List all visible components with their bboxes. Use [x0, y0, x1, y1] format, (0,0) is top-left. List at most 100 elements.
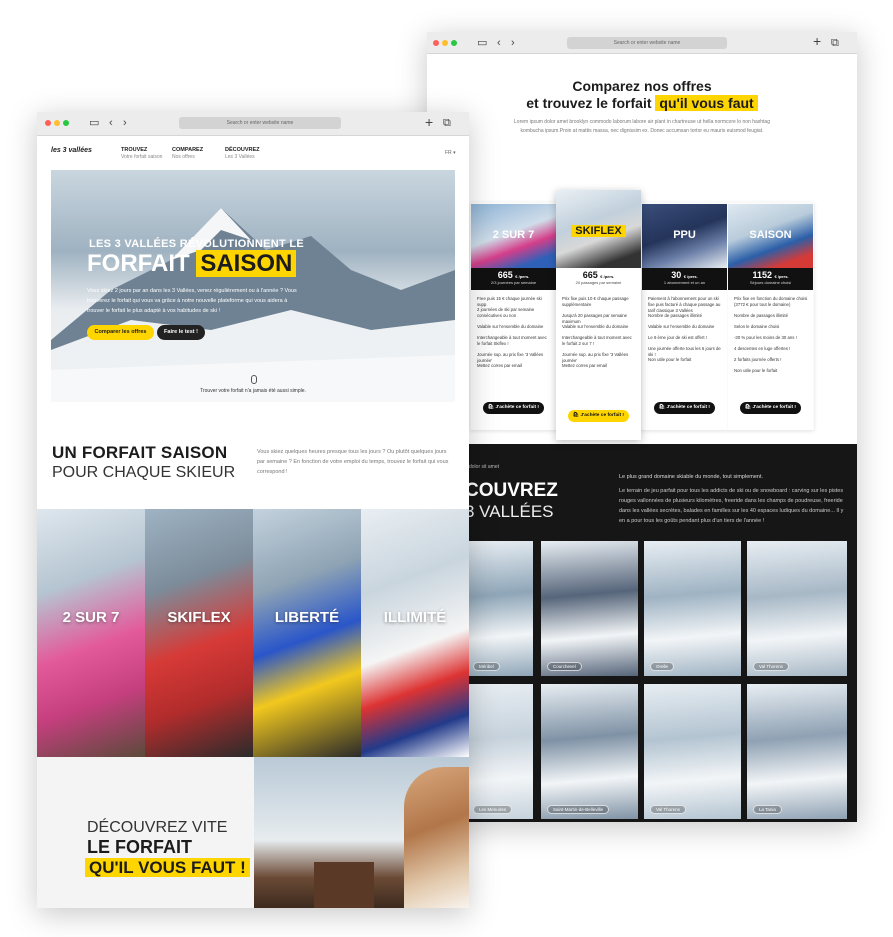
pass-card-price-value: 1152: [752, 270, 772, 280]
compare-title-highlight: qu'il vous faut: [655, 95, 758, 111]
tabs-icon[interactable]: ⧉: [831, 35, 839, 51]
pass-card-feature: Non utile pour le forfait: [648, 357, 692, 362]
bag-icon: 🛍: [488, 405, 495, 410]
pass-card-price-value: 30: [671, 270, 682, 280]
resort-tile-label: Val Thorens: [753, 662, 789, 671]
resort-tile-label: Val Thorens: [650, 805, 686, 814]
resort-tile-4[interactable]: Les Menuires: [467, 684, 533, 819]
new-tab-icon[interactable]: +: [425, 114, 433, 130]
nav-item-2[interactable]: DÉCOUVREZ Les 3 Vallées: [225, 147, 260, 160]
nav-item-title: TROUVEZ: [121, 147, 148, 153]
pass-card-price-sub: Séjours domaine choisi: [749, 280, 792, 285]
compare-offers-button[interactable]: Comparer les offres: [87, 325, 154, 340]
pass-tile-3[interactable]: ILLIMITÉ: [361, 509, 469, 757]
resort-tile-2[interactable]: Orelle: [644, 541, 741, 676]
pass-card-feature: Valable sur l'ensemble du domaine: [562, 324, 629, 329]
discover-lead: Le plus grand domaine skiable du monde, …: [619, 474, 764, 480]
buy-pass-button[interactable]: 🛍 J'achète ce forfait !: [654, 402, 715, 414]
discover-kicker: dolor sit amet: [469, 464, 500, 470]
chalet: [314, 862, 374, 908]
resort-tile-5[interactable]: Saint-Martin-de-Belleville: [541, 684, 638, 819]
pass-card-price: 665 € /pers.: [556, 270, 641, 280]
pass-card-price-sub: 2/3 journées par semaine: [490, 280, 537, 285]
buy-pass-label: J'achète ce forfait !: [666, 405, 710, 410]
resort-tile-3[interactable]: Val Thorens: [747, 541, 847, 676]
back-arrow-icon[interactable]: ‹: [497, 35, 501, 51]
pass-card-price-unit: € /pers.: [515, 274, 530, 279]
pass-intro-title: UN FORFAIT SAISON POUR CHAQUE SKIEUR: [52, 443, 235, 482]
pass-card-price-sub: 20 passages par semaine: [575, 280, 622, 285]
buy-pass-button[interactable]: 🛍 J'achète ce forfait !: [483, 402, 544, 414]
pass-card-price-unit: € /pers.: [600, 274, 615, 279]
pass-card-3: SAISON 1152 € /pers. Séjours domaine chois…: [728, 204, 813, 430]
compare-title: Comparez nos offres et trouvez le forfai…: [427, 78, 857, 112]
pass-tile-2[interactable]: LIBERTÉ: [253, 509, 361, 757]
resort-tile-0[interactable]: Méribel: [467, 541, 533, 676]
forward-arrow-icon[interactable]: ›: [511, 35, 515, 51]
sidebar-icon[interactable]: ▭: [89, 115, 99, 131]
resort-tile-1[interactable]: Courchevel: [541, 541, 638, 676]
language-label: FR: [445, 150, 452, 156]
minimize-dot[interactable]: [54, 120, 60, 126]
forward-arrow-icon[interactable]: ›: [123, 115, 127, 131]
new-tab-icon[interactable]: +: [813, 33, 821, 49]
pass-card-feature: -30 % pour les moins de 30 ans !: [734, 335, 797, 340]
buy-pass-button[interactable]: 🛍 J'achète ce forfait !: [740, 402, 801, 414]
nav-item-1[interactable]: COMPAREZ Nos offres: [172, 147, 203, 160]
nav-item-title: COMPAREZ: [172, 147, 204, 153]
pass-card-name: SAISON: [728, 229, 813, 241]
compare-title-line2a: et trouvez le forfait: [526, 95, 652, 111]
pass-card-feature: 2 forfaits journée offerts !: [734, 357, 782, 362]
pass-card-1: SKIFLEX 665 € /pers. 20 passages par semai…: [556, 190, 641, 440]
hero-scroll-text: Trouver votre forfait n'a jamais été aus…: [200, 388, 306, 394]
resort-tile-label: Les Menuires: [473, 805, 513, 814]
pass-card-2: PPU 30 € /pers. 1 abonnement et un an Paiem…: [642, 204, 727, 430]
cta-line3: QU'IL VOUS FAUT !: [85, 858, 250, 878]
close-dot[interactable]: [45, 120, 51, 126]
discover-text: Le terrain de jeu parfait pour tous les …: [619, 488, 844, 524]
buy-pass-label: J'achète ce forfait !: [580, 413, 624, 418]
resort-tile-label: La Tania: [753, 805, 782, 814]
home-window: ▭ ‹ › Search or enter website name + ⧉ l…: [37, 112, 469, 908]
compare-intro: Lorem ipsum dolor amet brooklyn commodo …: [514, 119, 770, 134]
nav-item-0[interactable]: TROUVEZ Votre forfait saison: [121, 147, 162, 160]
sidebar-icon[interactable]: ▭: [477, 35, 487, 51]
discover-title-light: 3 VALLÉES: [465, 502, 554, 521]
back-arrow-icon[interactable]: ‹: [109, 115, 113, 131]
minimize-dot[interactable]: [442, 40, 448, 46]
cta-photo: [254, 757, 469, 908]
hero-line2: FORFAIT SAISON: [87, 250, 297, 278]
buy-pass-button[interactable]: 🛍 J'achète ce forfait !: [568, 410, 629, 422]
pass-card-feature: Nombre de passages illimité: [648, 313, 702, 318]
pass-tile-1[interactable]: SKIFLEX: [145, 509, 253, 757]
discover-title-bold: COUVREZ: [465, 480, 558, 501]
pass-card-name: PPU: [642, 229, 727, 241]
take-test-button[interactable]: Faire le test !: [157, 325, 205, 340]
language-selector[interactable]: FR ▾: [445, 150, 456, 156]
compare-window: ▭ ‹ › Search or enter website name + ⧉ C…: [427, 32, 857, 822]
tabs-icon[interactable]: ⧉: [443, 115, 451, 131]
pass-tile-label: LIBERTÉ: [274, 609, 340, 626]
pass-card-price-value: 665: [582, 270, 598, 280]
zoom-dot[interactable]: [451, 40, 457, 46]
resort-tile-6[interactable]: Val Thorens: [644, 684, 741, 819]
resort-tile-label: Courchevel: [547, 662, 582, 671]
pass-card-feature: Le 9 ème jour de ski est offert !: [648, 335, 707, 340]
mouse-scroll-icon: [251, 375, 257, 384]
zoom-dot[interactable]: [63, 120, 69, 126]
pass-card-price: 30 € /pers.: [642, 270, 727, 280]
address-bar[interactable]: Search or enter website name: [179, 117, 341, 129]
pass-card-price: 665 € /pers.: [471, 270, 556, 280]
nav-item-title: DÉCOUVREZ: [225, 147, 260, 153]
pass-card-price-band: 665 € /pers. 20 passages par semaine: [556, 268, 641, 290]
resort-tile-7[interactable]: La Tania: [747, 684, 847, 819]
cta-line2: LE FORFAIT: [87, 837, 192, 857]
site-logo[interactable]: les 3 vallées: [51, 147, 92, 154]
nav-item-sub: Nos offres: [172, 154, 195, 160]
address-bar[interactable]: Search or enter website name: [567, 37, 727, 49]
buy-pass-label: J'achète ce forfait !: [495, 405, 539, 410]
pass-tile-0[interactable]: 2 SUR 7: [37, 509, 145, 757]
close-dot[interactable]: [433, 40, 439, 46]
pass-card-feature: 2 journées de ski par semaine consécutiv…: [477, 307, 535, 318]
bag-icon: 🛍: [573, 413, 580, 418]
